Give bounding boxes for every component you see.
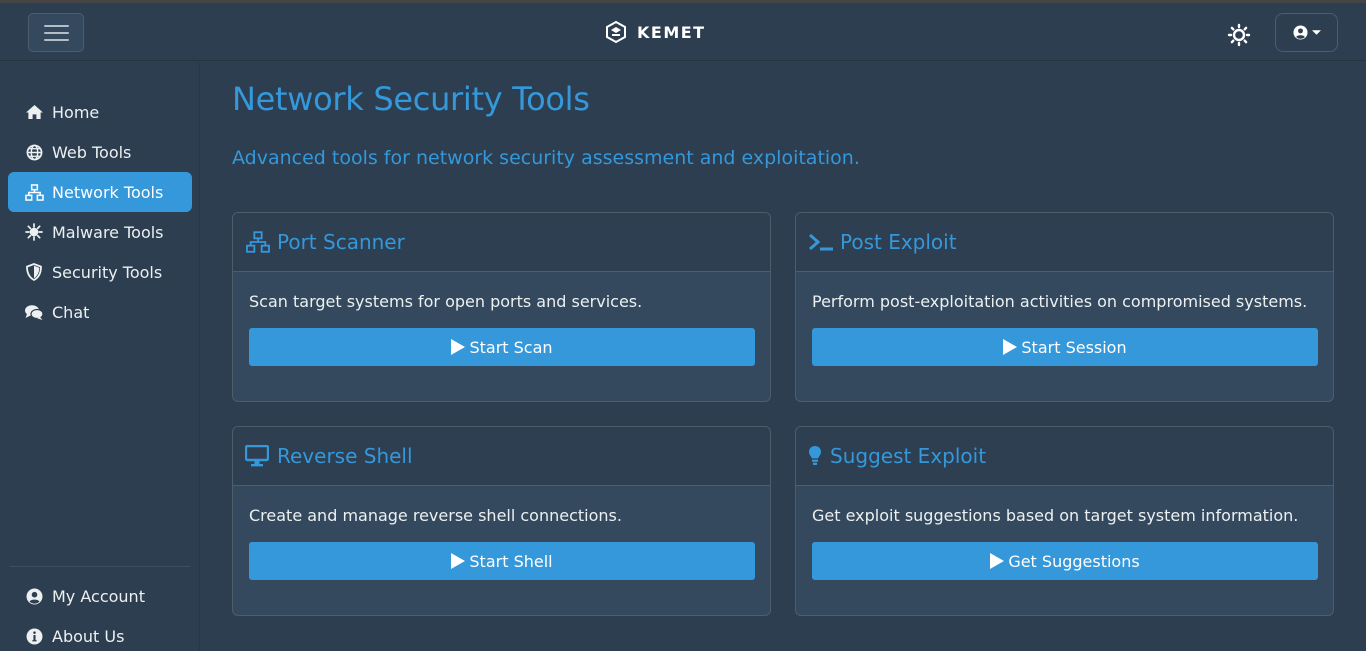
sidebar-item-label: My Account	[52, 586, 145, 606]
get-suggestions-button[interactable]: Get Suggestions	[812, 542, 1318, 580]
start-session-button[interactable]: Start Session	[812, 328, 1318, 366]
kemet-logo-icon	[606, 20, 626, 44]
sidebar-item-home[interactable]: Home	[8, 92, 192, 132]
sidebar-item-label: About Us	[52, 626, 125, 646]
user-circle-icon	[1292, 25, 1308, 40]
theme-toggle-button[interactable]	[1227, 23, 1251, 47]
sidebar-divider	[10, 566, 190, 567]
network-icon	[245, 230, 273, 254]
network-icon	[24, 183, 44, 201]
info-circle-icon	[24, 627, 44, 645]
card-description: Get exploit suggestions based on target …	[812, 506, 1299, 525]
user-menu-button[interactable]	[1275, 13, 1338, 52]
hamburger-icon	[44, 25, 69, 27]
card-header: Reverse Shell	[233, 427, 770, 486]
tool-card-suggest-exploit: Suggest Exploit Get exploit suggestions …	[795, 426, 1334, 616]
play-icon	[451, 553, 466, 569]
page-subtitle: Advanced tools for network security asse…	[232, 147, 860, 169]
sidebar: Home Web Tools Network Tools Malware Too…	[0, 62, 200, 651]
virus-icon	[24, 223, 44, 241]
sidebar-item-label: Chat	[52, 302, 90, 322]
start-shell-button[interactable]: Start Shell	[249, 542, 755, 580]
sidebar-item-my-account[interactable]: My Account	[8, 576, 192, 616]
card-header: Suggest Exploit	[796, 427, 1333, 486]
card-description: Create and manage reverse shell connecti…	[249, 506, 622, 525]
sidebar-item-label: Network Tools	[52, 182, 164, 202]
start-scan-button[interactable]: Start Scan	[249, 328, 755, 366]
card-header: Port Scanner	[233, 213, 770, 272]
card-description: Perform post-exploitation activities on …	[812, 292, 1308, 311]
play-icon	[451, 339, 466, 355]
shield-icon	[24, 263, 44, 281]
card-title: Post Exploit	[840, 230, 957, 254]
sidebar-item-malware-tools[interactable]: Malware Tools	[8, 212, 192, 252]
sidebar-toggle-button[interactable]	[28, 13, 84, 52]
caret-down-icon	[1311, 29, 1321, 35]
top-navbar: KEMET	[0, 3, 1366, 61]
tool-card-reverse-shell: Reverse Shell Create and manage reverse …	[232, 426, 771, 616]
card-header: Post Exploit	[796, 213, 1333, 272]
page-title: Network Security Tools	[232, 80, 590, 118]
sidebar-item-network-tools[interactable]: Network Tools	[8, 172, 192, 212]
terminal-icon	[808, 230, 836, 254]
card-title: Suggest Exploit	[830, 444, 987, 468]
sidebar-item-security-tools[interactable]: Security Tools	[8, 252, 192, 292]
tool-card-post-exploit: Post Exploit Perform post-exploitation a…	[795, 212, 1334, 402]
sidebar-item-label: Home	[52, 102, 100, 122]
user-circle-icon	[24, 587, 44, 605]
play-icon	[1003, 339, 1018, 355]
sidebar-item-about-us[interactable]: About Us	[8, 616, 192, 651]
tool-card-port-scanner: Port Scanner Scan target systems for ope…	[232, 212, 771, 402]
comments-icon	[24, 303, 44, 321]
sidebar-item-label: Security Tools	[52, 262, 163, 282]
sidebar-item-label: Malware Tools	[52, 222, 164, 242]
main-content: Network Security Tools Advanced tools fo…	[200, 62, 1366, 651]
card-title: Reverse Shell	[277, 444, 413, 468]
brand-logo[interactable]: KEMET	[604, 20, 706, 44]
sidebar-item-chat[interactable]: Chat	[8, 292, 192, 332]
play-icon	[990, 553, 1005, 569]
sidebar-item-label: Web Tools	[52, 142, 132, 162]
sidebar-item-web-tools[interactable]: Web Tools	[8, 132, 192, 172]
globe-icon	[24, 143, 44, 161]
card-description: Scan target systems for open ports and s…	[249, 292, 643, 311]
card-title: Port Scanner	[277, 230, 405, 254]
brand-name: KEMET	[637, 22, 706, 42]
home-icon	[24, 103, 44, 121]
desktop-icon	[245, 444, 273, 468]
lightbulb-icon	[808, 444, 826, 468]
sun-icon	[1227, 23, 1251, 47]
